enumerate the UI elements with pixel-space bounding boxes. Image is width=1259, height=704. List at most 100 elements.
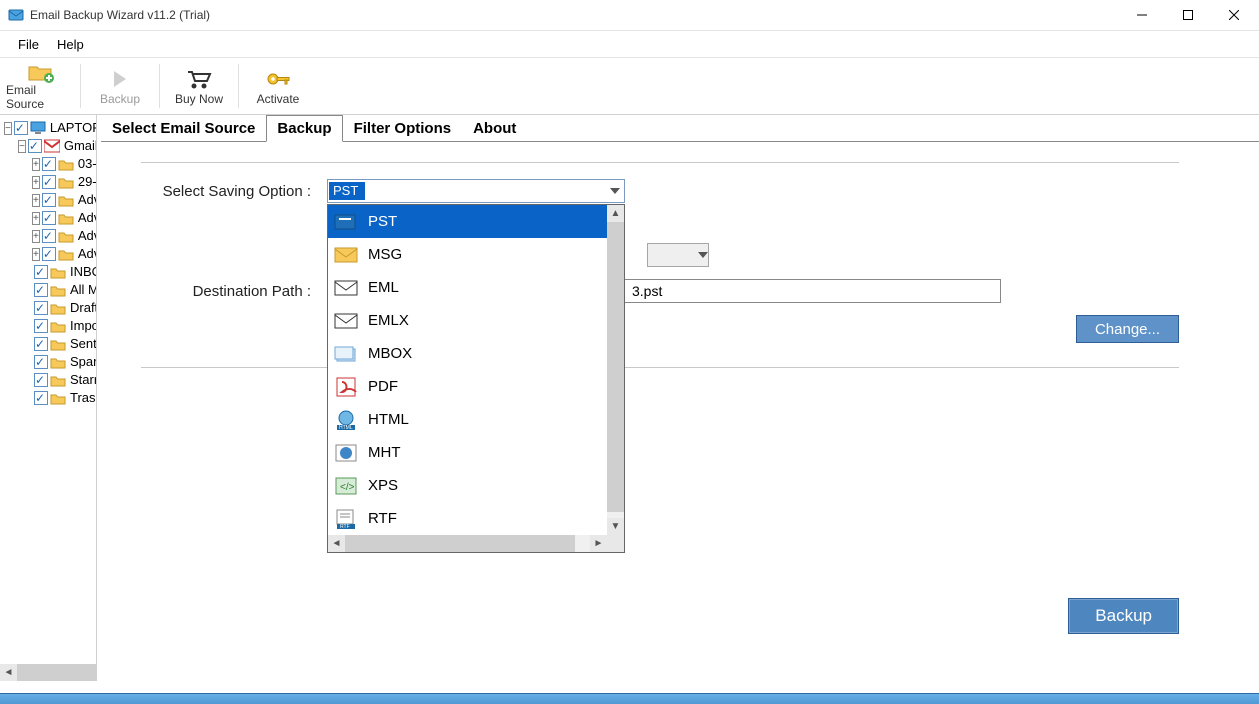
rtf-icon: RTF bbox=[332, 506, 360, 532]
tree-folder-label: All Mail (5540) bbox=[68, 281, 97, 299]
maximize-button[interactable] bbox=[1165, 0, 1211, 30]
tool-backup[interactable]: Backup bbox=[85, 61, 155, 111]
scroll-left-arrow-icon[interactable]: ◄ bbox=[0, 664, 17, 681]
tree-toggle[interactable]: − bbox=[4, 122, 12, 135]
option-rtf[interactable]: RTFRTF bbox=[328, 502, 607, 535]
tree-folder-label: Spam (1) bbox=[68, 353, 97, 371]
tree-toggle[interactable]: + bbox=[32, 194, 40, 207]
scroll-right-arrow-icon[interactable]: ► bbox=[590, 535, 607, 552]
tree-folder-label: AdvikSoft_04-23-2019 12-32 (0) bbox=[76, 209, 97, 227]
folder-icon bbox=[50, 301, 66, 315]
status-bar bbox=[0, 693, 1259, 704]
folder-icon bbox=[58, 175, 74, 189]
separator bbox=[238, 64, 239, 108]
checkbox[interactable] bbox=[34, 301, 48, 315]
menubar: File Help bbox=[0, 31, 1259, 58]
folder-plus-icon bbox=[27, 61, 55, 83]
menu-help[interactable]: Help bbox=[49, 35, 92, 54]
option-emlx[interactable]: EMLX bbox=[328, 304, 607, 337]
pdf-icon bbox=[332, 374, 360, 400]
minimize-button[interactable] bbox=[1119, 0, 1165, 30]
checkbox[interactable] bbox=[42, 247, 56, 261]
folder-icon bbox=[58, 247, 74, 261]
option-eml[interactable]: EML bbox=[328, 271, 607, 304]
folder-tree[interactable]: − LAPTOP-IL218ID7 − Gmail +03-02-2020 05… bbox=[0, 115, 96, 407]
folder-icon bbox=[50, 283, 66, 297]
tree-toggle[interactable]: + bbox=[32, 230, 40, 243]
checkbox[interactable] bbox=[34, 337, 48, 351]
backup-button[interactable]: Backup bbox=[1068, 598, 1179, 634]
tree-folder-label: 03-02-2020 05-15 (0) bbox=[76, 155, 97, 173]
html-icon: HTML bbox=[332, 407, 360, 433]
svg-text:HTML: HTML bbox=[339, 425, 353, 431]
tree-folder-label: 29-01-2020 11-13 (0) bbox=[76, 173, 97, 191]
tree-toggle[interactable]: + bbox=[32, 176, 40, 189]
tree-folder-label: Trash (0) bbox=[68, 389, 97, 407]
checkbox[interactable] bbox=[42, 157, 56, 171]
option-pst[interactable]: PST bbox=[328, 205, 607, 238]
scroll-thumb[interactable] bbox=[345, 535, 575, 552]
checkbox[interactable] bbox=[34, 391, 48, 405]
tab-about[interactable]: About bbox=[462, 115, 527, 142]
checkbox[interactable] bbox=[42, 193, 56, 207]
tab-select-email-source[interactable]: Select Email Source bbox=[101, 115, 266, 142]
tab-filter-options[interactable]: Filter Options bbox=[343, 115, 463, 142]
menu-file[interactable]: File bbox=[10, 35, 47, 54]
checkbox[interactable] bbox=[42, 175, 56, 189]
sidebar-horizontal-scrollbar[interactable]: ◄ ► bbox=[0, 664, 96, 681]
divider bbox=[141, 367, 1179, 368]
scroll-thumb[interactable] bbox=[607, 222, 624, 512]
option-xps[interactable]: </>XPS bbox=[328, 469, 607, 502]
checkbox[interactable] bbox=[34, 355, 48, 369]
folder-icon bbox=[58, 211, 74, 225]
play-icon bbox=[110, 66, 130, 92]
checkbox[interactable] bbox=[28, 139, 42, 153]
option-label: EMLX bbox=[368, 312, 409, 329]
tool-activate[interactable]: Activate bbox=[243, 61, 313, 111]
folder-icon bbox=[50, 373, 66, 387]
scroll-up-arrow-icon[interactable]: ▲ bbox=[607, 205, 624, 222]
separator bbox=[159, 64, 160, 108]
option-pdf[interactable]: PDF bbox=[328, 370, 607, 403]
saving-option-dropdown: PST MSG EML EMLX MBOX PDF HTMLHTML MHT <… bbox=[327, 204, 625, 553]
tree-toggle[interactable]: + bbox=[32, 212, 40, 225]
folder-icon bbox=[50, 391, 66, 405]
checkbox[interactable] bbox=[34, 265, 48, 279]
checkbox[interactable] bbox=[42, 229, 56, 243]
option-mht[interactable]: MHT bbox=[328, 436, 607, 469]
tool-email-source[interactable]: Email Source bbox=[6, 61, 76, 111]
secondary-select[interactable] bbox=[647, 243, 709, 267]
option-label: EML bbox=[368, 279, 399, 296]
tree-toggle[interactable]: + bbox=[32, 248, 40, 261]
saving-option-select[interactable]: PST PST MSG EML EMLX MBOX PDF bbox=[327, 179, 625, 203]
computer-icon bbox=[30, 121, 46, 135]
scroll-left-arrow-icon[interactable]: ◄ bbox=[328, 535, 345, 552]
change-button[interactable]: Change... bbox=[1076, 315, 1179, 343]
folder-icon bbox=[50, 265, 66, 279]
tool-buy-now-label: Buy Now bbox=[175, 92, 223, 106]
tree-toggle[interactable]: + bbox=[32, 158, 40, 171]
checkbox[interactable] bbox=[34, 319, 48, 333]
tree-folder-label: INBOX (5134) bbox=[68, 263, 97, 281]
checkbox[interactable] bbox=[42, 211, 56, 225]
checkbox[interactable] bbox=[34, 373, 48, 387]
option-mbox[interactable]: MBOX bbox=[328, 337, 607, 370]
close-button[interactable] bbox=[1211, 0, 1257, 30]
checkbox[interactable] bbox=[14, 121, 28, 135]
key-icon bbox=[265, 66, 291, 92]
dropdown-vertical-scrollbar[interactable]: ▲ ▼ bbox=[607, 205, 624, 535]
scroll-thumb[interactable] bbox=[17, 664, 97, 681]
saving-option-label: Select Saving Option : bbox=[141, 183, 327, 200]
option-msg[interactable]: MSG bbox=[328, 238, 607, 271]
dropdown-horizontal-scrollbar[interactable]: ◄ ► bbox=[328, 535, 624, 552]
tool-buy-now[interactable]: Buy Now bbox=[164, 61, 234, 111]
checkbox[interactable] bbox=[34, 283, 48, 297]
tree-folder-label: AdvikSoft_04-29-2019 10-40 (0) bbox=[76, 227, 97, 245]
option-label: MSG bbox=[368, 246, 402, 263]
chevron-down-icon[interactable] bbox=[698, 252, 708, 258]
option-html[interactable]: HTMLHTML bbox=[328, 403, 607, 436]
scroll-down-arrow-icon[interactable]: ▼ bbox=[607, 518, 624, 535]
tree-toggle[interactable]: − bbox=[18, 140, 26, 153]
tab-backup[interactable]: Backup bbox=[266, 115, 342, 142]
chevron-down-icon[interactable] bbox=[606, 181, 624, 201]
